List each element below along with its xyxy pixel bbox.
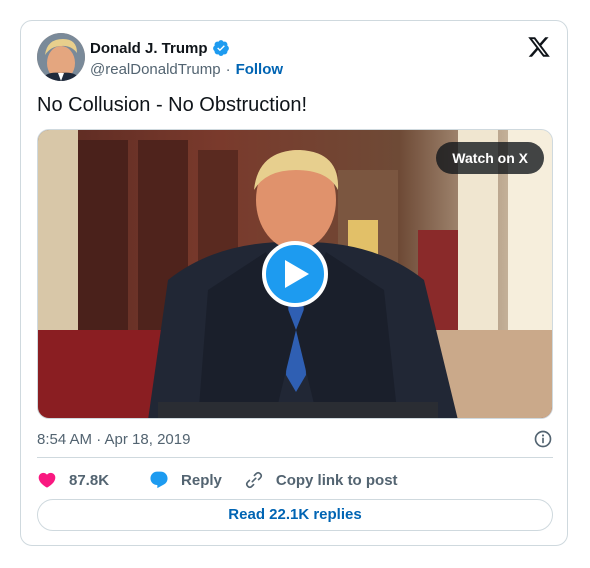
copy-link-label: Copy link to post	[275, 471, 398, 489]
watch-on-x-button[interactable]: Watch on X	[436, 142, 544, 174]
reply-button[interactable]: Reply	[149, 470, 222, 490]
embedded-post-card: Donald J. Trump @realDonaldTrump · Follo…	[20, 20, 568, 546]
avatar[interactable]	[37, 33, 85, 81]
like-button[interactable]: 87.8K	[37, 470, 109, 490]
post-text: No Collusion - No Obstruction!	[37, 94, 308, 116]
divider	[37, 457, 553, 458]
follow-button[interactable]: Follow	[236, 61, 284, 78]
video-player[interactable]: Watch on X	[37, 129, 553, 419]
post-meta-row: 8:54 AM · Apr 18, 2019	[37, 429, 553, 449]
reply-bubble-icon	[150, 471, 168, 489]
verified-badge-icon	[212, 40, 229, 56]
like-count: 87.8K	[69, 471, 110, 489]
avatar-image	[37, 33, 85, 81]
play-icon	[285, 260, 309, 288]
post-timestamp[interactable]: 8:54 AM · Apr 18, 2019	[37, 431, 190, 448]
play-button[interactable]	[262, 241, 328, 307]
author-handle-row: @realDonaldTrump · Follow	[90, 59, 283, 79]
heart-icon	[38, 472, 56, 488]
info-icon[interactable]	[533, 429, 553, 449]
x-logo-icon[interactable]	[527, 35, 551, 59]
author-handle[interactable]: @realDonaldTrump	[90, 61, 221, 78]
reply-label: Reply	[181, 471, 222, 489]
copy-link-button[interactable]: Copy link to post	[244, 470, 398, 490]
link-icon	[245, 471, 263, 489]
separator-dot: ·	[225, 60, 231, 78]
author-display-name[interactable]: Donald J. Trump	[90, 40, 208, 57]
author-name-row: Donald J. Trump	[90, 38, 230, 58]
read-replies-button[interactable]: Read 22.1K replies	[37, 499, 553, 531]
post-actions: 87.8K Reply Copy link to post	[37, 469, 398, 491]
